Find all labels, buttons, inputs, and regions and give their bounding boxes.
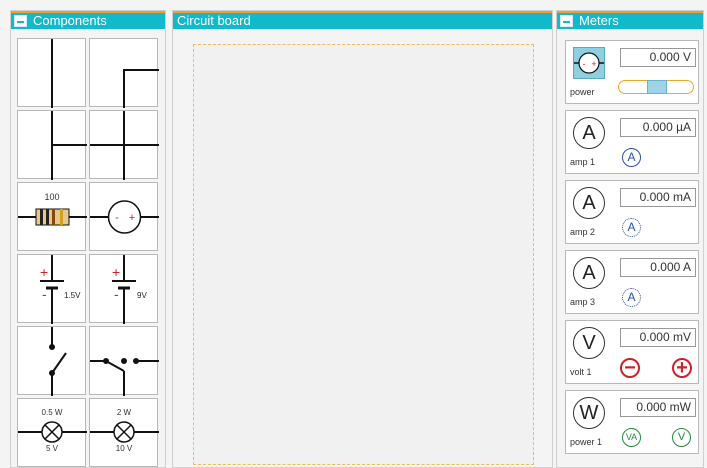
lamp1-volt-label: 5 V — [46, 444, 59, 453]
ammeter-icon[interactable]: A — [573, 117, 605, 149]
svg-text:+: + — [112, 264, 120, 280]
battery1-label: 1.5V — [64, 291, 81, 300]
meters-minimize-button[interactable] — [560, 15, 573, 27]
wire-straight-icon — [51, 39, 53, 108]
wire-tee-component[interactable] — [17, 110, 87, 180]
lamp-2w-component[interactable]: 2 W 10 V — [89, 398, 159, 467]
power-source-component[interactable]: - + — [89, 182, 159, 251]
svg-text:+: + — [129, 212, 135, 224]
meter-readout: 0.000 mW — [620, 398, 696, 417]
two-way-switch-icon — [90, 358, 159, 396]
switch-component[interactable] — [17, 326, 86, 396]
components-minimize-button[interactable] — [14, 15, 27, 27]
voltage-slider[interactable] — [618, 80, 694, 94]
ammeter-icon[interactable]: A — [573, 257, 605, 289]
ammeter-mode-icon[interactable]: A — [622, 218, 641, 237]
circuit-board-title: Circuit board — [177, 13, 251, 28]
slider-thumb[interactable] — [647, 80, 667, 94]
meter-readout: 0.000 A — [620, 258, 696, 277]
ammeter-1: A amp 1 0.000 µA A — [565, 110, 699, 174]
resistor-value-label: 100 — [44, 192, 59, 202]
battery-1-5v-component[interactable]: + - 1.5V — [17, 254, 86, 324]
wire-corner-icon — [123, 69, 159, 108]
wattmeter-1: W power 1 0.000 mW VA V — [565, 390, 699, 454]
meter-label: power — [570, 87, 595, 97]
svg-text:-: - — [583, 59, 586, 69]
ammeter-3: A amp 3 0.000 A A — [565, 250, 699, 314]
meter-label: amp 2 — [570, 227, 596, 237]
ammeter-mode-icon[interactable]: A — [622, 148, 641, 167]
wire-cross-component[interactable] — [89, 110, 159, 180]
components-panel: Components 100 - + + - 1.5V + - 9V 0.5 W… — [10, 10, 166, 468]
lamp-icon: 0.5 W 5 V — [18, 408, 87, 453]
wire-corner-component[interactable] — [89, 38, 159, 108]
power-meter: - + power 0.000 V — [565, 40, 699, 104]
voltmeter-1: V volt 1 0.000 mV − + — [565, 320, 699, 384]
svg-text:-: - — [114, 286, 119, 302]
meter-readout: 0.000 µA — [620, 118, 696, 137]
lamp2-watt-label: 2 W — [117, 408, 132, 417]
wire-tee-icon — [51, 111, 87, 180]
circuit-board-header: Circuit board — [173, 11, 552, 29]
battery-icon: + - 9V — [112, 255, 147, 324]
meter-readout: 0.000 mA — [620, 188, 696, 207]
battery2-label: 9V — [137, 291, 147, 300]
battery-icon: + - 1.5V — [40, 255, 81, 324]
power-source-icon[interactable]: - + — [573, 47, 605, 79]
ammeter-mode-icon[interactable]: A — [622, 288, 641, 307]
svg-text:+: + — [40, 264, 48, 280]
meter-readout: 0.000 mV — [620, 328, 696, 347]
ammeter-icon[interactable]: A — [573, 187, 605, 219]
lamp1-watt-label: 0.5 W — [42, 408, 63, 417]
svg-text:-: - — [42, 286, 47, 302]
lamp-0-5w-component[interactable]: 0.5 W 5 V — [17, 398, 87, 467]
wire-cross-icon — [90, 111, 159, 180]
meters-title: Meters — [579, 13, 619, 28]
svg-text:-: - — [115, 212, 119, 224]
resistor-icon: 100 — [18, 192, 87, 226]
meter-label: power 1 — [570, 437, 603, 447]
resistor-component[interactable]: 100 — [17, 182, 87, 251]
meter-label: amp 1 — [570, 157, 596, 167]
meters-header: Meters — [557, 11, 703, 29]
plus-probe-icon[interactable]: + — [672, 358, 692, 378]
circuit-board-panel: Circuit board — [172, 10, 553, 468]
switch-icon — [49, 327, 67, 396]
wattmeter-icon[interactable]: W — [573, 397, 605, 429]
ammeter-2: A amp 2 0.000 mA A — [565, 180, 699, 244]
meter-label: amp 3 — [570, 297, 596, 307]
wire-straight-component[interactable] — [17, 38, 86, 108]
svg-text:+: + — [591, 59, 596, 69]
components-header: Components — [11, 11, 165, 29]
va-probe-icon[interactable]: VA — [622, 428, 641, 447]
voltmeter-icon[interactable]: V — [573, 327, 605, 359]
circuit-board-drop-area[interactable] — [193, 44, 534, 465]
minus-probe-icon[interactable]: − — [620, 358, 640, 378]
meter-readout: 0.000 V — [620, 48, 696, 67]
meter-label: volt 1 — [570, 367, 592, 377]
app-root: Components 100 - + + - 1.5V + - 9V 0.5 W… — [0, 0, 707, 468]
v-probe-icon[interactable]: V — [672, 428, 691, 447]
lamp2-volt-label: 10 V — [116, 444, 133, 453]
lamp-icon: 2 W 10 V — [90, 408, 159, 453]
meters-panel: Meters - + power 0.000 V A amp 1 0.000 µ… — [556, 10, 704, 468]
two-way-switch-component[interactable] — [89, 326, 159, 396]
battery-9v-component[interactable]: + - 9V — [89, 254, 158, 324]
components-title: Components — [33, 13, 107, 28]
power-source-icon: - + — [90, 200, 159, 234]
